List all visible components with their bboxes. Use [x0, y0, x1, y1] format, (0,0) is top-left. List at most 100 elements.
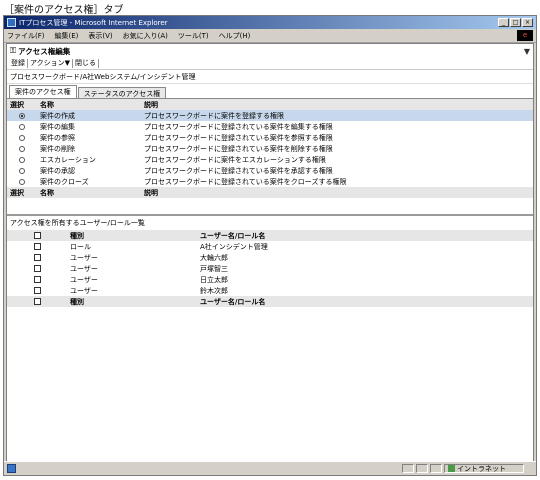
- col-footer-username: ユーザー名/ロール名: [197, 296, 533, 307]
- select-all-checkbox[interactable]: [33, 232, 41, 239]
- user-name: 戸塚智三: [200, 264, 228, 273]
- table-footer-row: 選択 名称 説明: [7, 187, 533, 198]
- user-table-header-row: 種別 ユーザー名/ロール名: [7, 230, 533, 241]
- table-row[interactable]: 案件の作成 プロセスワークボードに案件を登録する権限: [7, 110, 533, 121]
- user-table-footer-row: 種別 ユーザー名/ロール名: [7, 296, 533, 307]
- intranet-zone-icon: [448, 465, 455, 472]
- collapse-triangle-icon[interactable]: ▼: [524, 47, 530, 56]
- permission-desc: プロセスワークボードに登録されている案件を参照する権限: [144, 133, 333, 142]
- breadcrumb: プロセスワークボード/A社Webシステム/インシデント管理: [7, 70, 533, 84]
- row-checkbox[interactable]: [33, 265, 41, 272]
- row-checkbox[interactable]: [33, 276, 41, 283]
- user-name: A社インシデント管理: [200, 242, 268, 251]
- permission-name: 案件の作成: [37, 110, 141, 121]
- col-header-username: ユーザー名/ロール名: [197, 230, 533, 241]
- col-header-desc: 説明: [141, 99, 533, 110]
- window-title: ITプロセス管理 - Microsoft Internet Explorer: [19, 18, 168, 27]
- table-row[interactable]: 案件の参照 プロセスワークボードに登録されている案件を参照する権限: [7, 132, 533, 143]
- status-bar: イントラネット: [4, 461, 536, 475]
- row-checkbox[interactable]: [33, 243, 41, 250]
- radio-button[interactable]: [19, 145, 25, 152]
- col-footer-select: 選択: [7, 187, 37, 198]
- table-header-row: 選択 名称 説明: [7, 99, 533, 110]
- status-cell: [430, 464, 442, 473]
- user-name: 鈴木次郎: [200, 286, 228, 295]
- permission-name: 案件の削除: [40, 144, 75, 153]
- minimize-button[interactable]: _: [498, 18, 509, 27]
- col-footer-desc: 説明: [141, 187, 533, 198]
- tab-bar: 案件のアクセス権 ステータスのアクセス権: [7, 84, 533, 99]
- table-row[interactable]: エスカレーション プロセスワークボードに案件をエスカレーションする権限: [7, 154, 533, 165]
- table-row[interactable]: 案件のクローズ プロセスワークボードに登録されている案件をクローズする権限: [7, 176, 533, 187]
- list-item[interactable]: ユーザー 日立太郎: [7, 274, 533, 285]
- user-type: ユーザー: [70, 264, 98, 273]
- tab-case-access[interactable]: 案件のアクセス権: [9, 85, 77, 98]
- permission-desc: プロセスワークボードに登録されている案件を編集する権限: [144, 122, 333, 131]
- register-button[interactable]: 登録: [9, 59, 28, 68]
- tab-status-access[interactable]: ステータスのアクセス権: [77, 87, 167, 98]
- close-button[interactable]: ×: [522, 18, 533, 27]
- permission-name: 案件の編集: [40, 122, 75, 131]
- maximize-button[interactable]: □: [510, 18, 521, 27]
- table-row[interactable]: 案件の編集 プロセスワークボードに登録されている案件を編集する権限: [7, 121, 533, 132]
- permission-desc: プロセスワークボードに登録されている案件をクローズする権限: [144, 177, 347, 186]
- permission-desc: プロセスワークボードに登録されている案件を削除する権限: [144, 144, 333, 153]
- menu-edit[interactable]: 編集(E): [55, 31, 79, 41]
- radio-button[interactable]: [19, 123, 25, 130]
- action-menu-button[interactable]: アクション▼: [28, 59, 74, 68]
- permission-name: 案件のクローズ: [40, 177, 89, 186]
- user-type: ロール: [70, 242, 91, 251]
- col-header-name: 名称: [37, 99, 141, 110]
- permission-name: 案件の承認: [40, 166, 75, 175]
- list-item[interactable]: ロール A社インシデント管理: [7, 241, 533, 252]
- radio-button[interactable]: [19, 167, 25, 174]
- user-name: 日立太郎: [200, 275, 228, 284]
- title-bar: ITプロセス管理 - Microsoft Internet Explorer _…: [4, 16, 536, 29]
- permission-name: エスカレーション: [40, 155, 96, 164]
- radio-button[interactable]: [19, 134, 25, 141]
- permission-desc: プロセスワークボードに案件を登録する権限: [141, 110, 533, 121]
- key-icon: ⚿: [10, 46, 17, 55]
- row-checkbox[interactable]: [33, 254, 41, 261]
- row-checkbox[interactable]: [33, 287, 41, 294]
- figure-caption: ［案件のアクセス権］タブ: [4, 5, 124, 16]
- col-header-select: 選択: [7, 99, 37, 110]
- action-toolbar: 登録 アクション▼ 閉じる: [7, 58, 533, 70]
- user-type: ユーザー: [70, 253, 98, 262]
- list-item[interactable]: ユーザー 大輪六郎: [7, 252, 533, 263]
- radio-button[interactable]: [19, 156, 25, 163]
- menu-view[interactable]: 表示(V): [88, 31, 112, 41]
- permission-name: 案件の参照: [40, 133, 75, 142]
- col-footer-type: 種別: [67, 296, 197, 307]
- page-content: ⚿ アクセス権編集 ▼ 登録 アクション▼ 閉じる プロセスワークボード/A社W…: [6, 43, 534, 462]
- table-row[interactable]: 案件の承認 プロセスワークボードに登録されている案件を承認する権限: [7, 165, 533, 176]
- ie-app-icon: [7, 18, 16, 27]
- zone-label: イントラネット: [457, 464, 506, 473]
- ie-logo-icon: e: [517, 30, 533, 41]
- radio-button[interactable]: [19, 178, 25, 185]
- menu-file[interactable]: ファイル(F): [7, 31, 45, 41]
- page-header: ⚿ アクセス権編集 ▼: [7, 44, 533, 58]
- select-all-checkbox-bottom[interactable]: [33, 298, 41, 305]
- col-footer-name: 名称: [37, 187, 141, 198]
- security-zone: イントラネット: [444, 464, 524, 473]
- table-row[interactable]: 案件の削除 プロセスワークボードに登録されている案件を削除する権限: [7, 143, 533, 154]
- menu-bar: ファイル(F) 編集(E) 表示(V) お気に入り(A) ツール(T) ヘルプ(…: [4, 29, 536, 43]
- menu-tools[interactable]: ツール(T): [178, 31, 209, 41]
- list-item[interactable]: ユーザー 鈴木次郎: [7, 285, 533, 296]
- user-type: ユーザー: [70, 275, 98, 284]
- permission-table: 選択 名称 説明 案件の作成 プロセスワークボードに案件を登録する権限 案件の編…: [7, 99, 533, 198]
- list-item[interactable]: ユーザー 戸塚智三: [7, 263, 533, 274]
- radio-button[interactable]: [19, 112, 25, 119]
- user-list-title: アクセス権を所有するユーザー/ロール一覧: [10, 219, 145, 227]
- browser-window: ITプロセス管理 - Microsoft Internet Explorer _…: [3, 15, 537, 476]
- user-role-table: 種別 ユーザー名/ロール名 ロール A社インシデント管理 ユーザー 大輪六郎 ユ…: [7, 230, 533, 307]
- user-name: 大輪六郎: [200, 253, 228, 262]
- menu-help[interactable]: ヘルプ(H): [219, 31, 251, 41]
- close-page-button[interactable]: 閉じる: [73, 59, 100, 68]
- page-status-icon: [7, 464, 16, 473]
- col-header-type: 種別: [67, 230, 197, 241]
- menu-favorites[interactable]: お気に入り(A): [123, 31, 168, 41]
- user-type: ユーザー: [70, 286, 98, 295]
- permission-desc: プロセスワークボードに登録されている案件を承認する権限: [144, 166, 333, 175]
